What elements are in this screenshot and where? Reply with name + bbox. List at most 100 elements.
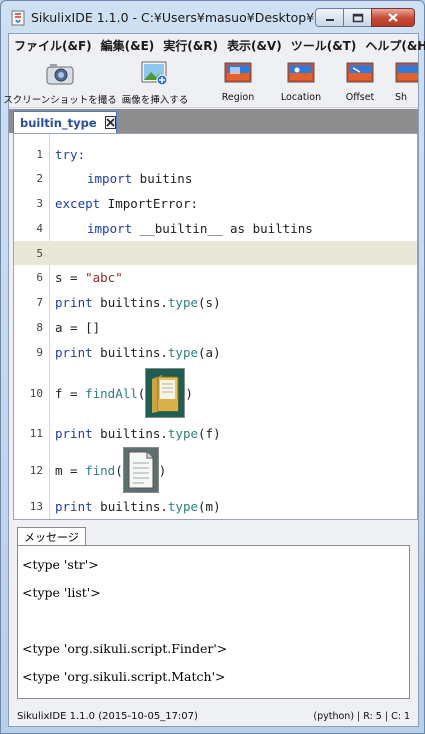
location-icon <box>286 60 316 88</box>
screenshot-button[interactable]: スクリーンショットを撮る <box>3 60 117 106</box>
code-text: ) <box>185 385 193 401</box>
code-line[interactable]: 8 a = [] <box>14 315 417 340</box>
screenshot-label: スクリーンショットを撮る <box>3 95 117 106</box>
code-text: builtins. <box>92 499 168 514</box>
code-editor[interactable]: 1 try: 2 import buitins 3 except ImportE… <box>13 133 418 520</box>
location-label: Location <box>280 92 322 103</box>
code-text: builtins. <box>92 295 168 310</box>
line-number: 5 <box>36 246 43 260</box>
code-line[interactable]: 4 import __builtin__ as builtins <box>14 216 417 241</box>
keyword-print: print <box>55 426 93 441</box>
code-text: __builtin__ as builtins <box>132 221 313 236</box>
line-number: 10 <box>29 386 43 400</box>
close-icon <box>106 118 115 127</box>
line-number: 11 <box>29 427 43 440</box>
camera-icon <box>45 60 75 88</box>
location-button[interactable]: Location <box>273 60 329 103</box>
message-line: <type 'org.sikuli.script.Finder'> <box>22 641 228 656</box>
offset-label: Offset <box>345 92 375 103</box>
function-findall: findAll <box>85 385 138 401</box>
keyword-import: import <box>87 171 133 186</box>
close-button[interactable] <box>371 8 415 27</box>
tab-messages[interactable]: メッセージ <box>17 527 86 545</box>
folder-icon <box>152 375 179 413</box>
line-number: 12 <box>29 463 43 477</box>
close-icon <box>388 13 398 22</box>
code-line[interactable]: 11 print builtins. type (f) <box>14 421 417 446</box>
menu-help[interactable]: ヘルプ(&H) <box>361 37 425 54</box>
code-text: m = <box>55 462 86 478</box>
document-icon <box>128 451 154 489</box>
keyword-print: print <box>55 499 93 514</box>
app-icon <box>11 10 25 26</box>
maximize-button[interactable] <box>343 8 371 27</box>
code-line[interactable]: 13 print builtins. type (m) <box>14 494 417 519</box>
tab-builtin-type[interactable]: builtin_type <box>13 111 117 133</box>
code-line[interactable]: 7 print builtins. type (s) <box>14 290 417 315</box>
tab-close-button[interactable] <box>104 116 116 129</box>
code-text: builtins. <box>92 345 168 360</box>
keyword-import: import <box>87 221 133 236</box>
ide-window: SikulixIDE 1.1.0 - C:¥Users¥masuo¥Deskto… <box>0 0 425 734</box>
code-line[interactable]: 10 f = findAll( ) <box>14 365 417 421</box>
function-type: type <box>167 499 199 514</box>
window-title: SikulixIDE 1.1.0 - C:¥Users¥masuo¥Deskto… <box>31 10 317 25</box>
code-line[interactable]: 1 try: <box>14 142 417 166</box>
menu-run[interactable]: 実行(&R) <box>159 37 222 54</box>
line-number: 7 <box>36 296 43 309</box>
region-button[interactable]: Region <box>213 60 263 103</box>
line-number: 13 <box>29 500 43 513</box>
code-text: s = <box>55 270 86 285</box>
keyword-print: print <box>55 345 93 360</box>
tab-strip: builtin_type <box>9 109 418 133</box>
minimize-button[interactable] <box>315 8 343 27</box>
code-line[interactable]: 3 except ImportError: <box>14 191 417 216</box>
show-button[interactable]: Sh <box>395 60 418 103</box>
code-line[interactable]: 12 m = find( ) <box>14 446 417 494</box>
code-text: (s) <box>198 295 221 310</box>
code-line-current[interactable]: 5 <box>14 241 417 265</box>
show-icon <box>395 60 418 88</box>
code-text: builtins. <box>92 426 168 441</box>
offset-button[interactable]: Offset <box>335 60 385 103</box>
maximize-icon <box>352 13 363 22</box>
document-image-thumbnail[interactable] <box>122 447 159 493</box>
menu-bar: ファイル(&F) 編集(&E) 実行(&R) 表示(&V) ツール(&T) ヘル… <box>9 34 425 56</box>
menu-tools[interactable]: ツール(&T) <box>287 37 361 54</box>
code-line[interactable]: 6 s = "abc" <box>14 265 417 290</box>
insert-image-icon <box>140 60 170 88</box>
function-type: type <box>167 345 199 360</box>
window-controls <box>315 8 415 27</box>
code-text: (a) <box>198 345 221 360</box>
message-line: <type 'org.sikuli.script.Match'> <box>22 669 226 684</box>
folder-image-thumbnail[interactable] <box>145 368 186 418</box>
code-text: ImportError: <box>100 196 198 211</box>
code-text: ) <box>158 462 167 478</box>
line-number: 3 <box>36 197 43 210</box>
function-find: find <box>85 462 116 478</box>
menu-edit[interactable]: 編集(&E) <box>97 37 159 54</box>
keyword-try: try: <box>55 146 86 162</box>
code-line[interactable]: 2 import buitins <box>14 166 417 191</box>
code-text: a = [] <box>55 320 101 335</box>
title-bar[interactable]: SikulixIDE 1.1.0 - C:¥Users¥masuo¥Deskto… <box>1 1 424 33</box>
offset-icon <box>345 60 375 88</box>
menu-file[interactable]: ファイル(&F) <box>9 37 96 54</box>
code-text: buitins <box>132 171 193 186</box>
line-number: 6 <box>36 271 43 284</box>
show-label: Sh <box>395 92 408 103</box>
function-type: type <box>167 295 199 310</box>
line-number: 4 <box>36 222 43 235</box>
minimize-icon <box>325 18 334 21</box>
code-line[interactable]: 9 print builtins. type (a) <box>14 340 417 365</box>
insert-image-label: 画像を挿入する <box>121 95 189 106</box>
line-number: 9 <box>36 346 43 359</box>
region-icon <box>223 60 253 88</box>
menu-view[interactable]: 表示(&V) <box>223 37 286 54</box>
line-number: 2 <box>36 172 43 185</box>
line-number: 1 <box>36 147 43 161</box>
line-number: 8 <box>36 321 43 334</box>
message-output[interactable]: <type 'str'> <type 'list'> <type 'org.si… <box>17 545 410 699</box>
insert-image-button[interactable]: 画像を挿入する <box>117 60 193 106</box>
code-text: (f) <box>198 426 221 441</box>
